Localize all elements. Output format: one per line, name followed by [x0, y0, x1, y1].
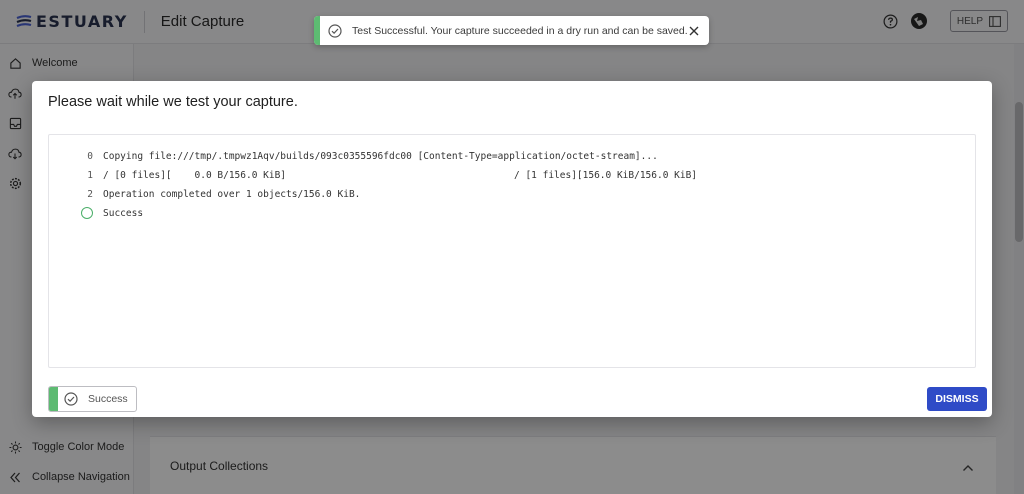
log-line-number: 0 [87, 150, 93, 162]
check-circle-icon [328, 23, 342, 38]
log-line: 2 Operation completed over 1 objects/156… [49, 187, 360, 201]
log-line-text: Operation completed over 1 objects/156.0… [103, 188, 361, 200]
log-line-progress: / [1 files][156.0 KiB/156.0 KiB] [514, 169, 698, 181]
status-badge-bar [49, 387, 58, 411]
test-capture-dialog: Please wait while we test your capture. … [32, 81, 992, 417]
log-line: 1 / [0 files][ 0.0 B/156.0 KiB] / [1 fil… [49, 168, 975, 182]
log-line-text: / [0 files][ 0.0 B/156.0 KiB] [103, 169, 287, 181]
status-badge: Success [48, 386, 137, 412]
log-output[interactable]: 0 Copying file:///tmp/.tmpwz1Aqv/builds/… [48, 134, 976, 368]
toast-message: Test Successful. Your capture succeeded … [352, 24, 688, 37]
check-circle-icon [64, 392, 78, 406]
log-line-number: 2 [87, 188, 93, 200]
close-icon[interactable] [688, 21, 701, 41]
log-line-number: 1 [87, 169, 93, 181]
log-line: 0 Copying file:///tmp/.tmpwz1Aqv/builds/… [49, 149, 658, 163]
dialog-title: Please wait while we test your capture. [48, 94, 298, 110]
toast-status-bar [314, 16, 321, 45]
log-line-text: Copying file:///tmp/.tmpwz1Aqv/builds/09… [103, 150, 658, 162]
log-line: Success [49, 206, 143, 220]
status-badge-label: Success [88, 393, 128, 405]
dismiss-button[interactable]: DISMISS [927, 387, 987, 411]
log-line-text: Success [103, 207, 144, 219]
success-toast: Test Successful. Your capture succeeded … [314, 16, 709, 45]
success-circle-icon [81, 207, 93, 219]
